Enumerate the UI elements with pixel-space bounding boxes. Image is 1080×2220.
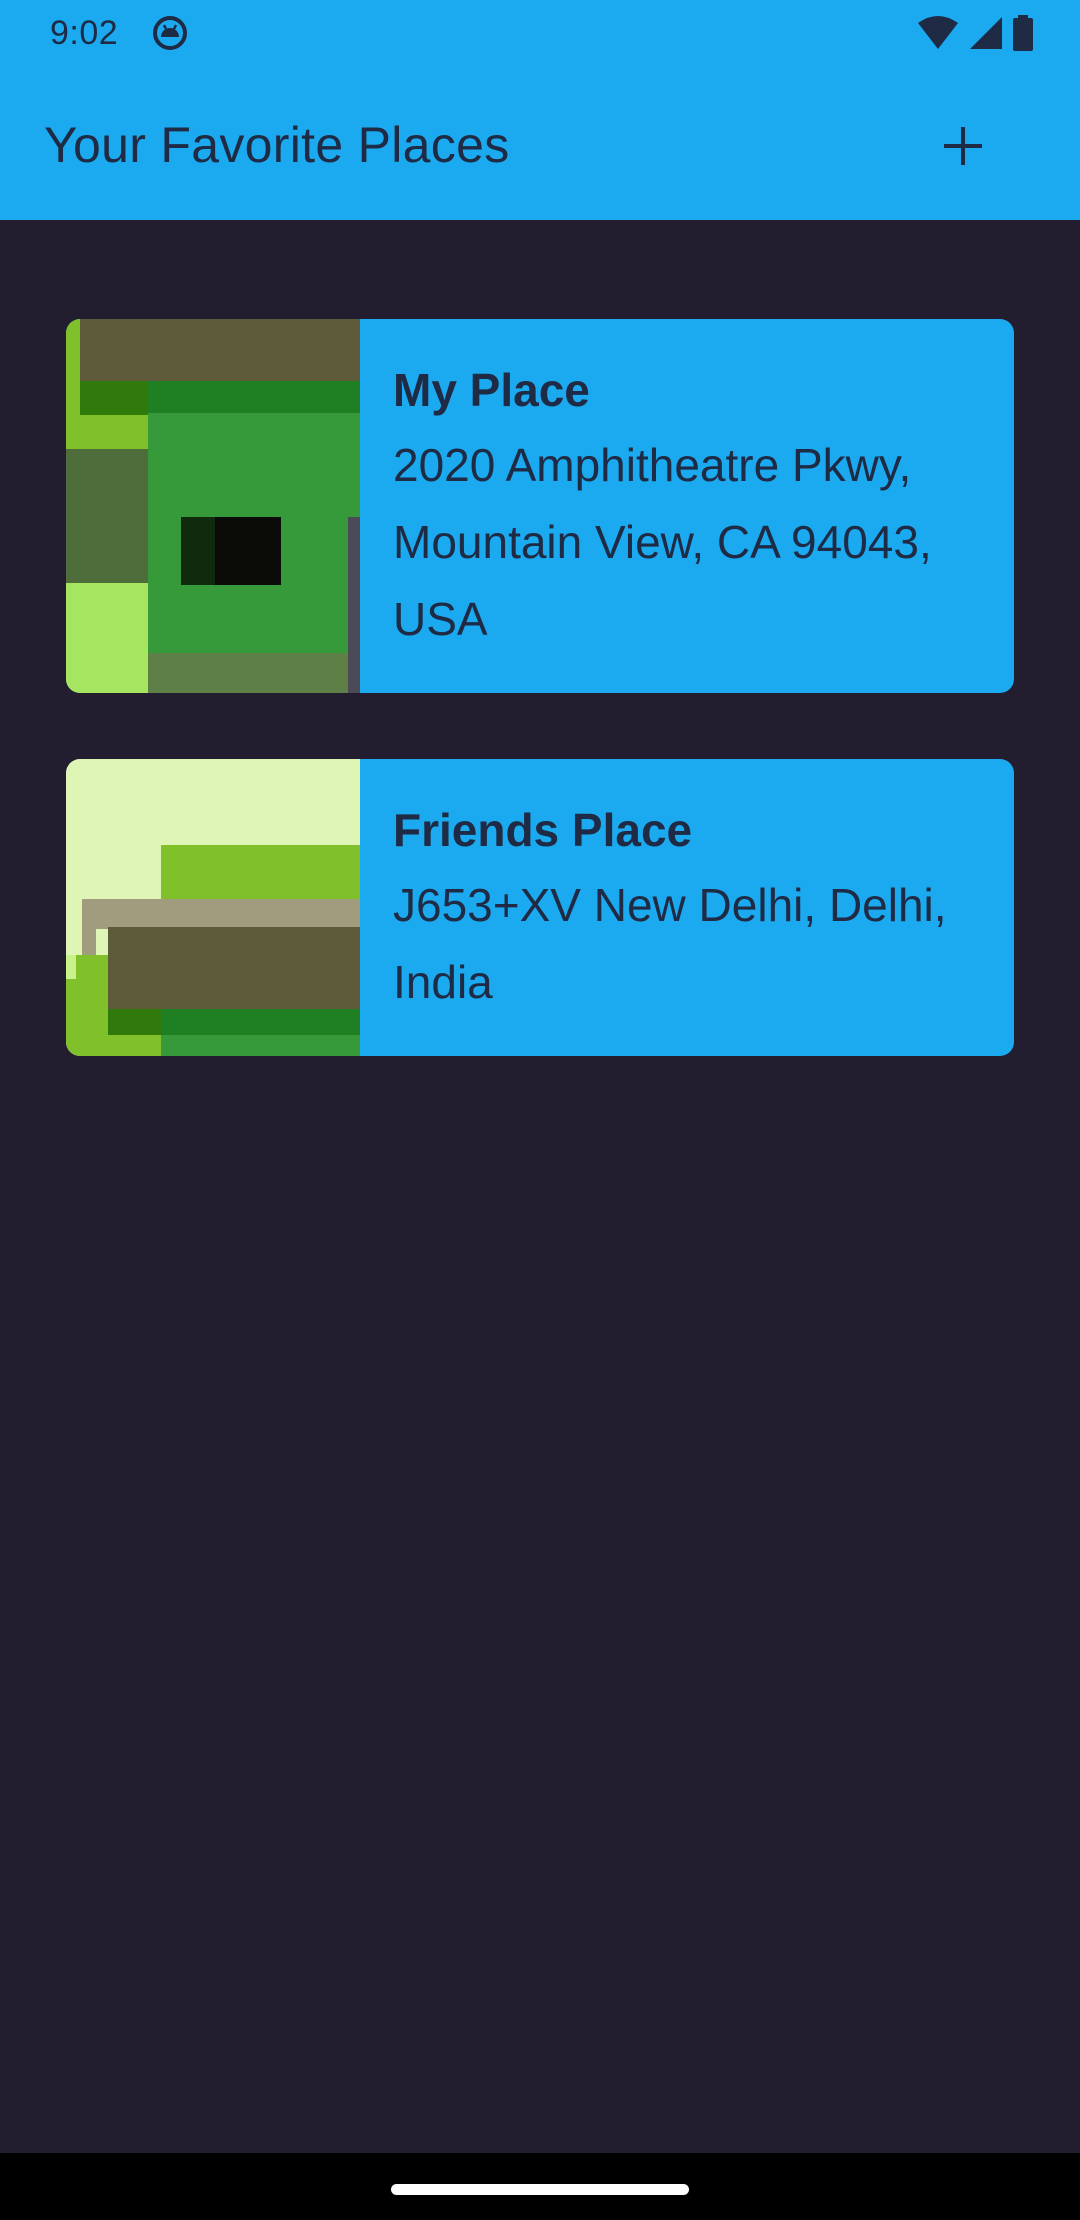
screen: 9:02 Your Favorite Places My Place 2020 … <box>0 0 1080 2220</box>
android-debug-icon <box>152 15 188 51</box>
map-thumbnail <box>66 759 360 1056</box>
place-address: J653+XV New Delhi, Delhi, India <box>393 879 947 1008</box>
place-title: Friends Place <box>393 804 693 856</box>
status-icons <box>916 15 1034 51</box>
place-card[interactable]: My Place 2020 Amphitheatre Pkwy, Mountai… <box>66 319 1014 693</box>
place-address: 2020 Amphitheatre Pkwy, Mountain View, C… <box>393 439 932 645</box>
place-info: Friends Place J653+XV New Delhi, Delhi, … <box>393 799 994 1021</box>
plus-icon <box>942 125 984 172</box>
home-indicator[interactable] <box>391 2184 689 2195</box>
signal-icon <box>968 15 1004 51</box>
map-thumbnail <box>66 319 360 693</box>
battery-icon <box>1012 15 1034 51</box>
navigation-bar <box>0 2153 1080 2220</box>
status-bar: 9:02 <box>0 0 1080 66</box>
place-title: My Place <box>393 364 590 416</box>
app-bar: Your Favorite Places <box>0 66 1080 220</box>
place-card[interactable]: Friends Place J653+XV New Delhi, Delhi, … <box>66 759 1014 1056</box>
place-info: My Place 2020 Amphitheatre Pkwy, Mountai… <box>393 359 994 658</box>
status-time: 9:02 <box>50 14 119 52</box>
add-place-button[interactable] <box>925 110 1001 186</box>
page-title: Your Favorite Places <box>44 117 510 173</box>
wifi-icon <box>916 15 960 51</box>
